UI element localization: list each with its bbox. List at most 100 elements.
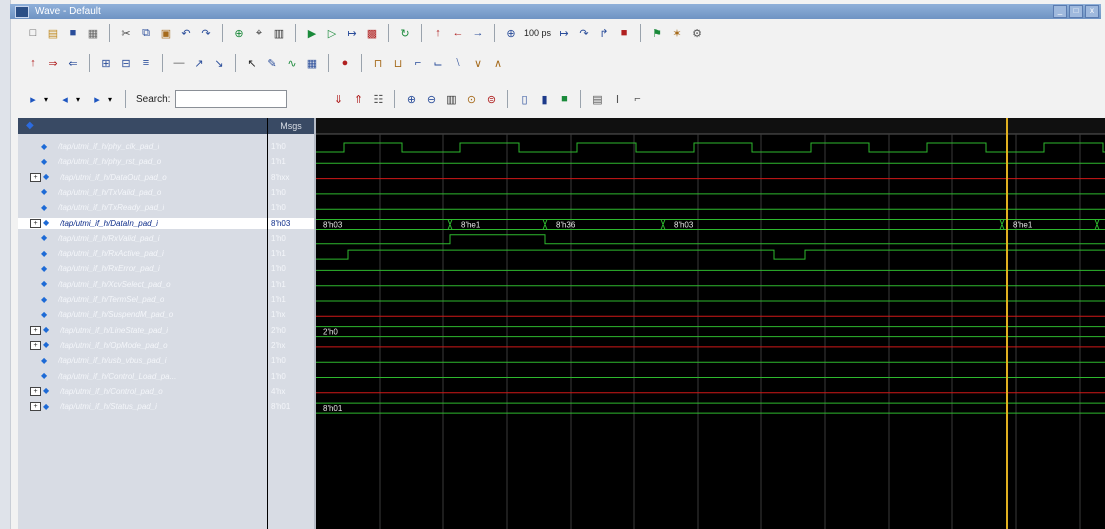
divider-icon[interactable]: — (170, 54, 188, 72)
expand-toggle-icon[interactable]: + (30, 386, 41, 396)
zoom-value-field[interactable]: 100 ps (524, 28, 551, 38)
signal-row[interactable]: ◆ /tap/utmi_if_h/TermSel_pad_o (18, 294, 267, 305)
signal-row[interactable]: ◆ /tap/utmi_if_h/TxValid_pad_o (18, 187, 267, 198)
step-icon[interactable]: ↦ (555, 24, 573, 42)
undo-icon[interactable]: ↶ (177, 24, 195, 42)
wave-f-icon[interactable]: ∨ (469, 54, 487, 72)
signal-row[interactable]: ◆ /tap/utmi_if_h/TxReady_pad_i (18, 202, 267, 213)
signal-row[interactable]: + ◆ /tap/utmi_if_h/Control_pad_o (18, 386, 267, 397)
bug-icon[interactable]: ✶ (668, 24, 686, 42)
redo-icon[interactable]: ↷ (197, 24, 215, 42)
minimize-button[interactable]: _ (1053, 5, 1067, 18)
close-button[interactable]: x (1085, 5, 1099, 18)
paste-icon[interactable]: ▣ (157, 24, 175, 42)
zoom-full-icon[interactable]: ▥ (270, 24, 288, 42)
signal-row[interactable]: ◆ /tap/utmi_if_h/usb_vbus_pad_i (18, 355, 267, 366)
signal-row[interactable]: ◆ /tap/utmi_if_h/RxError_pad_i (18, 263, 267, 274)
print-icon[interactable]: ▦ (84, 24, 102, 42)
zoom-in-icon[interactable]: ⊕ (502, 24, 520, 42)
fill-icon[interactable]: ▮ (535, 90, 553, 108)
save-icon[interactable]: ■ (64, 24, 82, 42)
left-arrow-icon[interactable]: ← (449, 24, 467, 42)
select-icon[interactable]: ↖ (243, 54, 261, 72)
zoom-cursor-icon[interactable]: ⊙ (462, 90, 480, 108)
zoom-full-icon[interactable]: ▥ (442, 90, 460, 108)
flag-icon[interactable]: ⚑ (648, 24, 666, 42)
restart-icon[interactable]: ↻ (396, 24, 414, 42)
signal-row[interactable]: ◆ /tap/utmi_if_h/XcvSelect_pad_o (18, 279, 267, 290)
format-icon[interactable]: ▤ (588, 90, 606, 108)
search-prev-icon[interactable]: ⇑ (349, 90, 367, 108)
group-icon[interactable]: ≡ (137, 54, 155, 72)
wave-e-icon[interactable]: ⧵ (449, 54, 467, 72)
expand-toggle-icon[interactable]: + (30, 172, 41, 182)
expand-toggle-icon[interactable]: + (30, 325, 41, 335)
chevron-down-icon[interactable]: ▾ (108, 91, 118, 107)
continue-icon[interactable]: ▷ (323, 24, 341, 42)
open-icon[interactable]: ▤ (44, 24, 62, 42)
wave-b-icon[interactable]: ⊔ (389, 54, 407, 72)
record-icon[interactable]: ● (336, 54, 354, 72)
run-icon[interactable]: ▶ (303, 24, 321, 42)
search-all-icon[interactable]: ☷ (369, 90, 387, 108)
bookmark-icon[interactable]: ▯ (515, 90, 533, 108)
signal-row[interactable]: + ◆ /tap/utmi_if_h/Status_pad_i (18, 401, 267, 412)
signal-row[interactable]: ◆ /tap/utmi_if_h/RxActive_pad_i (18, 248, 267, 259)
cursor-next-icon[interactable]: ⇒ (44, 54, 62, 72)
step-icon[interactable]: ↦ (343, 24, 361, 42)
collapse-icon[interactable]: ⊟ (117, 54, 135, 72)
search-input[interactable] (175, 90, 288, 108)
expand-toggle-icon[interactable]: + (30, 402, 41, 412)
step-out-icon[interactable]: ↱ (595, 24, 613, 42)
cursor-prev-icon[interactable]: ⇐ (64, 54, 82, 72)
signal-row[interactable]: ◆ /tap/utmi_if_h/RxValid_pad_i (18, 233, 267, 244)
signal-row[interactable]: ◆ /tap/utmi_if_h/phy_rst_pad_o (18, 156, 267, 167)
title-bar[interactable]: Wave - Default _ □ x (10, 4, 1101, 19)
wave-a-icon[interactable]: ⊓ (369, 54, 387, 72)
text-icon[interactable]: Ⅰ (608, 90, 626, 108)
step-forward-icon[interactable]: ▸ (24, 90, 42, 108)
expand-toggle-icon[interactable]: + (30, 340, 41, 350)
signal-row[interactable]: ◆ /tap/utmi_if_h/Control_Load_pa... (18, 371, 267, 382)
cut-icon[interactable]: ✂ (117, 24, 135, 42)
signal-row[interactable]: ◆ /tap/utmi_if_h/SuspendM_pad_o (18, 309, 267, 320)
right-arrow-icon[interactable]: → (469, 24, 487, 42)
signal-row[interactable]: + ◆ /tap/utmi_if_h/OpMode_pad_o (18, 340, 267, 351)
copy-icon[interactable]: ⧉ (137, 24, 155, 42)
expand-icon[interactable]: ⊞ (97, 54, 115, 72)
search-next-icon[interactable]: ⇓ (329, 90, 347, 108)
zoom-out-icon[interactable]: ⊖ (422, 90, 440, 108)
signal-row[interactable]: + ◆ /tap/utmi_if_h/LineState_pad_i (18, 325, 267, 336)
stop-icon[interactable]: ■ (615, 24, 633, 42)
wave-c-icon[interactable]: ⌐ (409, 54, 427, 72)
new-icon[interactable]: □ (24, 24, 42, 42)
signal-row[interactable]: ◆ /tap/utmi_if_h/phy_clk_pad_i (18, 141, 267, 152)
chevron-down-icon[interactable]: ▾ (76, 91, 86, 107)
cursor-up-icon[interactable]: ↑ (24, 54, 42, 72)
find-icon[interactable]: ⌖ (250, 24, 268, 42)
signal-add-icon[interactable]: ↗ (190, 54, 208, 72)
signal-row[interactable]: + ◆ /tap/utmi_if_h/DataIn_pad_i (18, 217, 267, 229)
expand-toggle-icon[interactable]: + (30, 218, 41, 228)
up-arrow-icon[interactable]: ↑ (429, 24, 447, 42)
wave-g-icon[interactable]: ∧ (489, 54, 507, 72)
wave-d-icon[interactable]: ⌙ (429, 54, 447, 72)
zoom-range-icon[interactable]: ⊜ (482, 90, 500, 108)
settings-icon[interactable]: ⚙ (688, 24, 706, 42)
add-icon[interactable]: ⊕ (230, 24, 248, 42)
chevron-down-icon[interactable]: ▾ (44, 91, 54, 107)
maximize-button[interactable]: □ (1069, 5, 1083, 18)
break-icon[interactable]: ▩ (363, 24, 381, 42)
signal-remove-icon[interactable]: ↘ (210, 54, 228, 72)
table-icon[interactable]: ▦ (303, 54, 321, 72)
signal-row[interactable]: + ◆ /tap/utmi_if_h/DataOut_pad_o (18, 172, 267, 183)
analog-icon[interactable]: ∿ (283, 54, 301, 72)
color-icon[interactable]: ■ (555, 90, 573, 108)
step-next-icon[interactable]: ▸ (88, 90, 106, 108)
waveform-canvas[interactable]: 8'h03 8'he1 8'h36 8'h03 8'he1 2'h0 8'h01 (316, 118, 1105, 529)
step-back-icon[interactable]: ◂ (56, 90, 74, 108)
zoom-in-icon[interactable]: ⊕ (402, 90, 420, 108)
wave-style-icon[interactable]: ⌐ (628, 90, 646, 108)
step-over-icon[interactable]: ↷ (575, 24, 593, 42)
edit-icon[interactable]: ✎ (263, 54, 281, 72)
